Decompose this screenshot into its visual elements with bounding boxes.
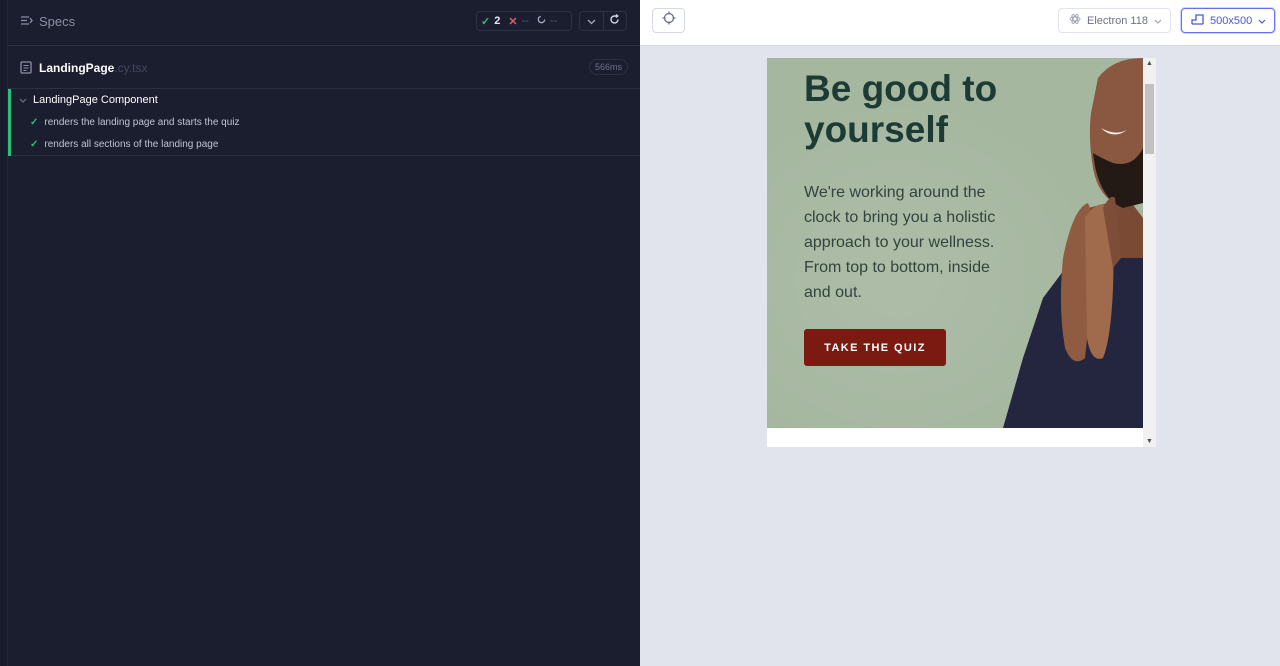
viewport-icon bbox=[1191, 13, 1204, 28]
duration-badge: 566ms bbox=[589, 59, 629, 75]
reporter-panel: Specs ✓ 2 ✕ -- -- LandingPage.cy.tsx 566… bbox=[0, 0, 640, 666]
test-item[interactable]: ✓ renders the landing page and starts th… bbox=[30, 117, 240, 128]
side-nav-edge bbox=[0, 0, 8, 666]
spec-file-name: LandingPage.cy.tsx bbox=[39, 61, 147, 75]
passed-count: 2 bbox=[494, 15, 501, 27]
selector-playground-button[interactable] bbox=[652, 8, 685, 33]
chevron-down-icon bbox=[1258, 15, 1266, 27]
viewport-select[interactable]: 500x500 bbox=[1181, 8, 1275, 33]
browser-select[interactable]: Electron 118 bbox=[1058, 8, 1171, 33]
pending-stat: -- bbox=[533, 15, 561, 27]
spec-file-row[interactable]: LandingPage.cy.tsx 566ms bbox=[8, 47, 640, 89]
chevron-down-icon bbox=[587, 12, 596, 30]
chevron-down-icon bbox=[19, 94, 27, 106]
failed-x-icon: ✕ bbox=[508, 15, 518, 28]
viewport-size: 500x500 bbox=[1210, 14, 1253, 27]
test-title: renders the landing page and starts the … bbox=[44, 117, 240, 128]
passed-stat: ✓ 2 bbox=[477, 15, 504, 28]
suite-header[interactable]: LandingPage Component bbox=[19, 94, 158, 106]
suite-status-bar bbox=[8, 89, 11, 156]
test-title: renders all sections of the landing page bbox=[44, 139, 219, 150]
collapse-all-button[interactable] bbox=[580, 12, 603, 30]
electron-icon bbox=[1069, 13, 1081, 28]
check-icon: ✓ bbox=[30, 117, 39, 128]
aut-toolbar: Electron 118 500x500 bbox=[640, 0, 1280, 46]
specs-toggle[interactable]: Specs bbox=[20, 14, 75, 29]
failed-stat: ✕ -- bbox=[504, 15, 533, 28]
failed-count: -- bbox=[521, 15, 529, 27]
aut-panel: Electron 118 500x500 Be good to yourself… bbox=[640, 0, 1280, 666]
hero-headline: Be good to yourself bbox=[804, 68, 998, 150]
rerun-button[interactable] bbox=[602, 12, 626, 30]
scroll-up-arrow-icon[interactable]: ▲ bbox=[1146, 60, 1153, 67]
test-suite: LandingPage Component ✓ renders the land… bbox=[8, 89, 640, 156]
run-controls bbox=[579, 11, 627, 31]
scroll-down-arrow-icon[interactable]: ▼ bbox=[1146, 438, 1153, 445]
test-stats: ✓ 2 ✕ -- -- bbox=[476, 11, 572, 31]
app-under-test-frame: Be good to yourself We're working around… bbox=[767, 58, 1156, 447]
aut-scrollbar[interactable]: ▲ ▼ bbox=[1143, 58, 1156, 447]
document-icon bbox=[20, 61, 32, 79]
refresh-icon bbox=[609, 12, 620, 30]
specs-list-icon bbox=[20, 14, 33, 29]
hero-section: Be good to yourself We're working around… bbox=[767, 58, 1143, 428]
scroll-thumb[interactable] bbox=[1145, 84, 1154, 154]
pending-count: -- bbox=[549, 15, 558, 27]
suite-title: LandingPage Component bbox=[33, 94, 158, 106]
browser-name: Electron 118 bbox=[1087, 14, 1148, 27]
spec-file-ext: .cy.tsx bbox=[114, 61, 148, 75]
specs-label: Specs bbox=[39, 14, 76, 29]
passed-check-icon: ✓ bbox=[481, 15, 491, 28]
crosshair-icon bbox=[662, 11, 676, 30]
specs-header: Specs ✓ 2 ✕ -- -- bbox=[8, 0, 640, 46]
spec-file-basename: LandingPage bbox=[39, 61, 115, 75]
test-item[interactable]: ✓ renders all sections of the landing pa… bbox=[30, 139, 218, 150]
pending-spinner-icon bbox=[537, 15, 546, 27]
check-icon: ✓ bbox=[30, 139, 39, 150]
take-quiz-button[interactable]: TAKE THE QUIZ bbox=[804, 329, 946, 366]
chevron-down-icon bbox=[1154, 15, 1162, 27]
hero-description: We're working around the clock to bring … bbox=[804, 184, 996, 301]
